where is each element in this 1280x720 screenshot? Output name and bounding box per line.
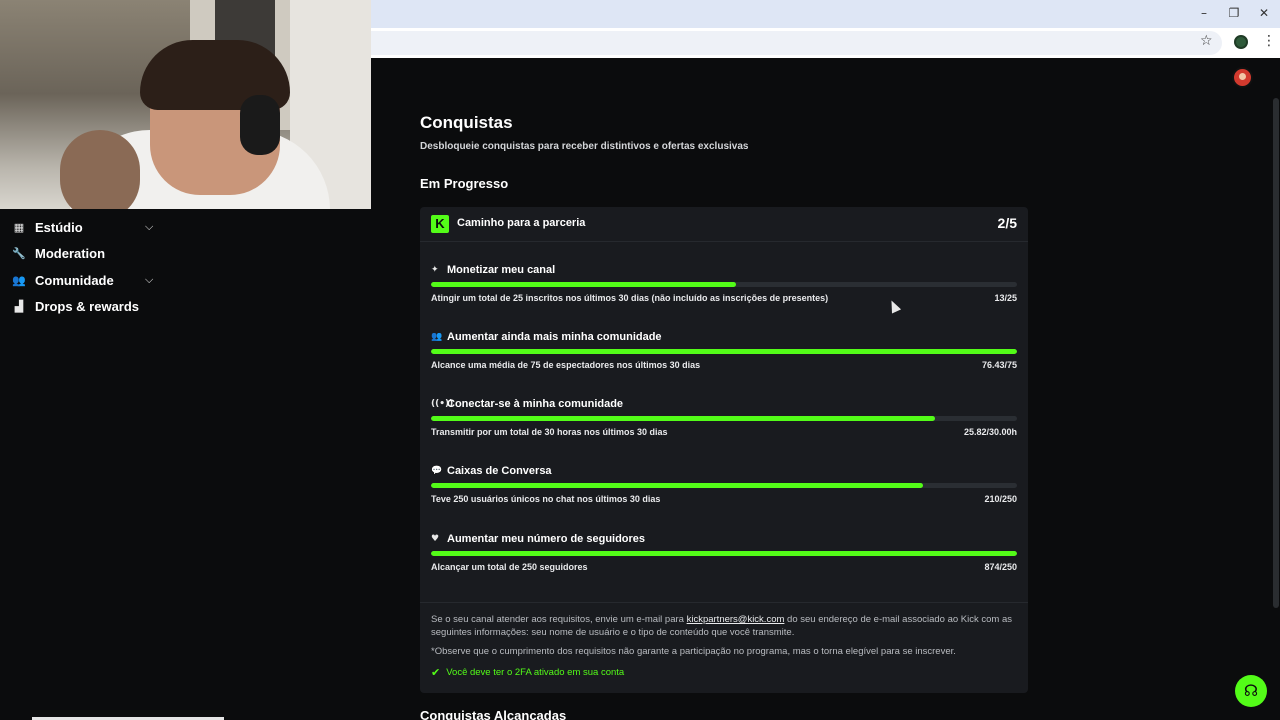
sidebar-item-label: Moderation	[35, 245, 106, 261]
headset-support-icon: ☊	[1243, 681, 1259, 700]
achievement-title-text: Monetizar meu canal	[447, 264, 556, 276]
restore-button[interactable]: ❐	[1220, 4, 1248, 22]
page-title: Conquistas	[420, 113, 513, 132]
achievement-item: ✦ Monetizar meu canal Atingir um total d…	[431, 263, 1017, 323]
sparkle-icon: ✦	[431, 265, 439, 275]
footer-instructions: Se o seu canal atender aos requisitos, e…	[431, 613, 1017, 639]
users-icon: 👥	[431, 332, 443, 342]
achievement-description: Alcançar um total de 250 seguidores	[431, 562, 588, 572]
drops-icon: ▟	[14, 299, 24, 313]
progress-bar	[431, 349, 1017, 354]
progress-bar	[431, 282, 1017, 287]
card-header: K Caminho para a parceria 2/5	[420, 207, 1028, 242]
achievement-title: ((•)) Conectar-se à minha comunidade	[431, 397, 623, 411]
wrench-icon: 🔧	[12, 246, 26, 260]
achievement-title-text: Conectar-se à minha comunidade	[447, 398, 624, 410]
twofa-text: Você deve ter o 2FA ativado em sua conta	[446, 667, 625, 678]
community-icon: 👥	[12, 273, 26, 287]
webcam-person-arm	[60, 130, 140, 209]
check-icon: ✔	[431, 666, 441, 679]
footer-text: Se o seu canal atender aos requisitos, e…	[431, 614, 687, 625]
achievement-item: ((•)) Conectar-se à minha comunidade Tra…	[431, 397, 1017, 457]
achievement-item: ♥ Aumentar meu número de seguidores Alca…	[431, 532, 1017, 592]
minimize-button[interactable]: –	[1190, 4, 1218, 22]
sidebar-item-label: Drops & rewards	[35, 298, 140, 314]
page-scrollbar[interactable]	[1273, 98, 1279, 608]
sidebar-item-label: Comunidade	[35, 272, 114, 288]
progress-bar	[431, 551, 1017, 556]
progress-bar	[431, 416, 1017, 421]
progress-fill	[431, 551, 1017, 556]
achievement-title-text: Aumentar ainda mais minha comunidade	[447, 331, 662, 343]
achievement-title: ♥ Aumentar meu número de seguidores	[431, 532, 645, 546]
sidebar-item-label: Estúdio	[35, 219, 83, 235]
sidebar: ▦ Estúdio ⌵ 🔧 Moderation 👥 Comunidade ⌵ …	[0, 209, 371, 720]
card-footer: Se o seu canal atender aos requisitos, e…	[420, 602, 1028, 693]
chevron-down-icon[interactable]: ⌵	[145, 273, 153, 287]
section-heading-achieved: Conquistas Alcançadas	[420, 708, 567, 720]
achievement-title-text: Aumentar meu número de seguidores	[447, 533, 646, 545]
heart-icon: ♥	[431, 534, 440, 544]
achievement-title-text: Caixas de Conversa	[447, 465, 552, 477]
broadcast-icon: ((•))	[431, 399, 454, 409]
section-heading-in-progress: Em Progresso	[420, 176, 509, 191]
achievement-description: Atingir um total de 25 inscritos nos últ…	[431, 293, 829, 303]
sidebar-item-comunidade[interactable]: 👥 Comunidade	[12, 270, 114, 290]
kick-logo-icon: K	[431, 215, 449, 233]
achievement-value: 25.82/30.00h	[963, 427, 1017, 437]
card-title: Caminho para a parceria	[457, 217, 586, 229]
achievement-value: 76.43/75	[981, 360, 1017, 370]
email-link[interactable]: kickpartners@kick.com	[687, 614, 785, 625]
support-chat-button[interactable]: ☊	[1235, 675, 1267, 707]
sidebar-item-drops[interactable]: ▟ Drops & rewards	[12, 296, 139, 316]
achievement-value: 13/25	[994, 293, 1017, 303]
page-subtitle: Desbloqueie conquistas para receber dist…	[420, 141, 749, 152]
progress-bar	[431, 483, 1017, 488]
progress-fill	[431, 282, 736, 287]
chat-icon: 💬	[431, 466, 443, 476]
avatar[interactable]	[1232, 67, 1253, 88]
studio-icon: ▦	[13, 220, 25, 234]
sidebar-item-estudio[interactable]: ▦ Estúdio	[12, 217, 83, 237]
achievement-description: Transmitir por um total de 30 horas nos …	[431, 427, 668, 437]
twofa-requirement: ✔ Você deve ter o 2FA ativado em sua con…	[431, 666, 624, 679]
webcam-overlay	[0, 0, 371, 209]
achievement-description: Alcance uma média de 75 de espectadores …	[431, 360, 701, 370]
achievement-description: Teve 250 usuários únicos no chat nos últ…	[431, 494, 661, 504]
chevron-down-icon[interactable]: ⌵	[145, 220, 153, 234]
achievement-item: 💬 Caixas de Conversa Teve 250 usuários ú…	[431, 464, 1017, 524]
footer-note: *Observe que o cumprimento dos requisito…	[431, 646, 956, 657]
browser-menu-icon[interactable]: ⋮	[1262, 33, 1276, 49]
achievement-title: 💬 Caixas de Conversa	[431, 464, 552, 478]
achievement-title: ✦ Monetizar meu canal	[431, 263, 555, 277]
progress-fill	[431, 349, 1017, 354]
bookmark-star-icon[interactable]: ☆	[1200, 33, 1213, 49]
headset-icon	[240, 95, 280, 155]
achievement-value: 210/250	[984, 494, 1017, 504]
profile-extension-icon[interactable]	[1234, 35, 1248, 49]
sidebar-item-moderation[interactable]: 🔧 Moderation	[12, 243, 105, 263]
achievement-card: K Caminho para a parceria 2/5 ✦ Monetiza…	[420, 207, 1028, 693]
card-progress-count: 2/5	[997, 215, 1017, 231]
progress-fill	[431, 416, 935, 421]
achievement-title: 👥 Aumentar ainda mais minha comunidade	[431, 330, 662, 344]
achievement-item: 👥 Aumentar ainda mais minha comunidade A…	[431, 330, 1017, 390]
progress-fill	[431, 483, 924, 488]
close-window-button[interactable]: ✕	[1250, 4, 1278, 22]
achievement-value: 874/250	[984, 562, 1017, 572]
